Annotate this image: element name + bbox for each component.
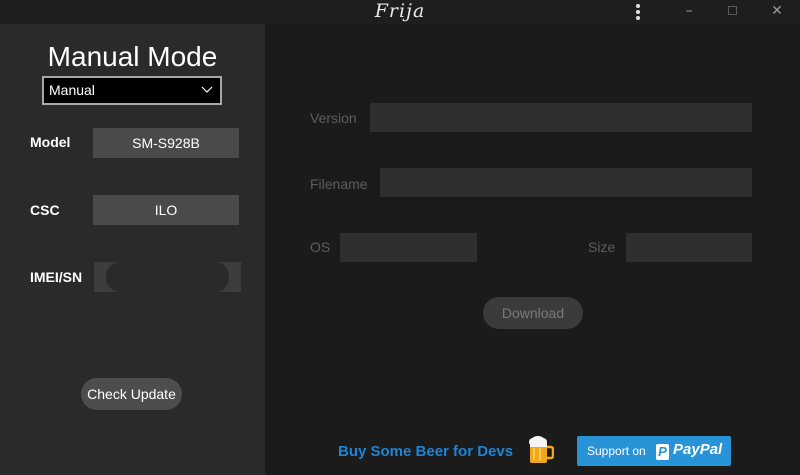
paypal-logo: P PayPal <box>656 441 722 460</box>
beer-mug-icon[interactable] <box>528 433 554 465</box>
size-field[interactable] <box>626 233 752 262</box>
maximize-button[interactable] <box>717 0 747 22</box>
minimize-button[interactable]: – <box>674 0 704 22</box>
right-panel: Version Filename OS Size Download Buy So… <box>265 24 800 475</box>
mode-title: Manual Mode <box>47 41 218 72</box>
close-button[interactable]: ✕ <box>762 0 792 22</box>
paypal-support-text: Support on <box>587 444 646 458</box>
version-field[interactable] <box>370 103 752 132</box>
model-field[interactable]: SM-S928B <box>93 128 239 158</box>
chevron-down-icon <box>201 86 213 93</box>
imei-field[interactable] <box>94 262 241 292</box>
left-panel: Manual Mode Manual Model SM-S928B CSC IL… <box>0 24 265 475</box>
imei-label: IMEI/SN <box>30 269 83 285</box>
mode-select-value: Manual <box>49 82 95 98</box>
filename-label: Filename <box>310 176 368 192</box>
csc-field[interactable]: ILO <box>93 195 239 225</box>
csc-label: CSC <box>30 202 60 218</box>
imei-input-value <box>106 262 229 292</box>
more-options-button[interactable] <box>624 0 652 22</box>
title-bar: Frija – ✕ <box>0 0 800 24</box>
more-vertical-icon <box>624 0 652 20</box>
model-label: Model <box>30 134 71 150</box>
paypal-p-icon: P <box>656 444 669 460</box>
buy-beer-link[interactable]: Buy Some Beer for Devs <box>338 443 513 460</box>
version-label: Version <box>310 110 357 126</box>
mode-select[interactable]: Manual <box>42 76 222 105</box>
check-update-button[interactable]: Check Update <box>81 378 182 410</box>
download-button[interactable]: Download <box>483 297 583 329</box>
maximize-icon <box>727 6 737 15</box>
os-field[interactable] <box>340 233 477 262</box>
paypal-button[interactable]: Support on P PayPal <box>577 436 731 466</box>
paypal-brand: PayPal <box>673 441 723 458</box>
os-label: OS <box>310 239 331 255</box>
filename-field[interactable] <box>380 168 752 197</box>
size-label: Size <box>588 239 616 255</box>
